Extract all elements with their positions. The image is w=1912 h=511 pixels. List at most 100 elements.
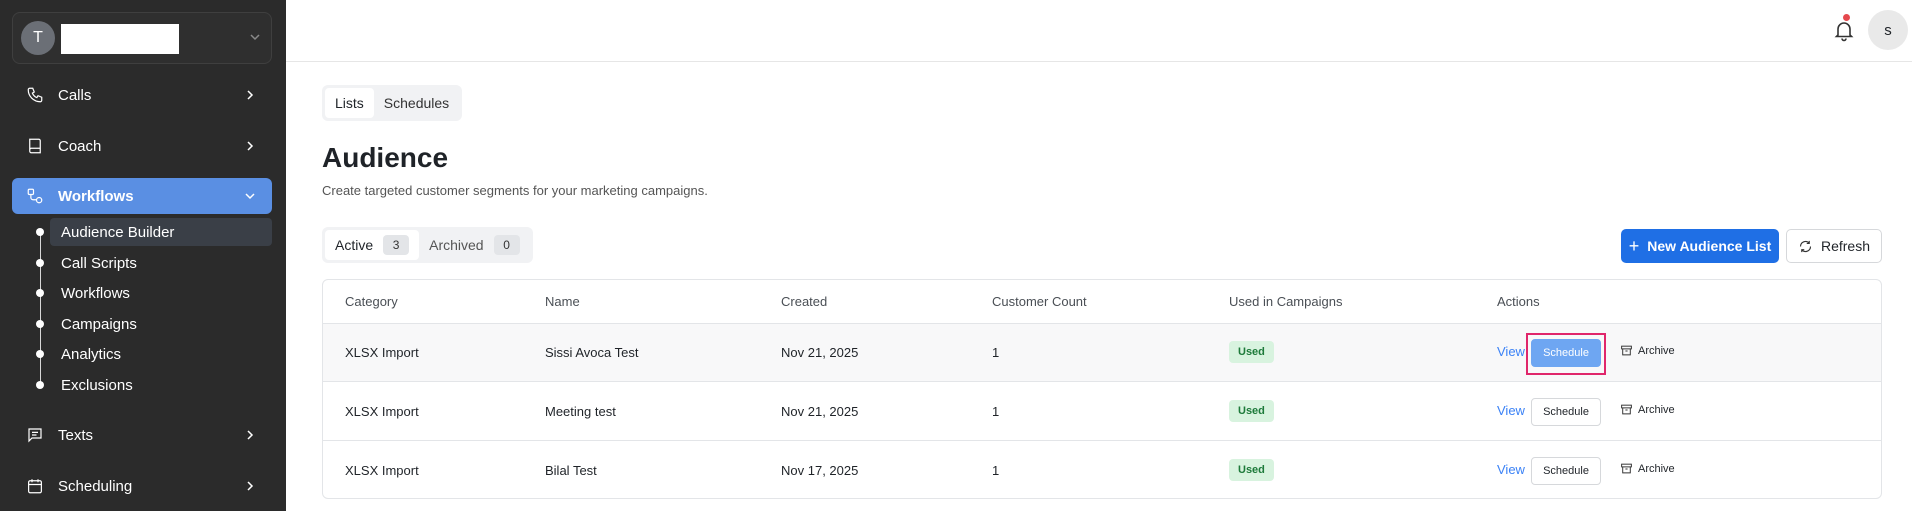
column-header: Created bbox=[781, 294, 828, 309]
button-label: New Audience List bbox=[1647, 238, 1772, 254]
subnav-item-call-scripts[interactable]: Call Scripts bbox=[36, 249, 272, 277]
nav-label: Scheduling bbox=[58, 477, 133, 495]
main-content: Lists Schedules Audience Create targeted… bbox=[286, 62, 1912, 511]
used-badge: Used bbox=[1229, 459, 1274, 481]
cell-category: XLSX Import bbox=[345, 404, 419, 419]
subnav-label: Campaigns bbox=[61, 315, 137, 333]
page-subtitle: Create targeted customer segments for yo… bbox=[322, 183, 708, 198]
bell-icon[interactable] bbox=[1832, 18, 1856, 42]
top-bar: s bbox=[286, 0, 1912, 62]
subnav-item-analytics[interactable]: Analytics bbox=[36, 340, 272, 368]
subnav-label: Audience Builder bbox=[61, 223, 175, 241]
refresh-button[interactable]: Refresh bbox=[1786, 229, 1882, 263]
cell-name: Sissi Avoca Test bbox=[545, 345, 639, 360]
tab-label: Archived bbox=[429, 237, 484, 253]
column-header: Actions bbox=[1497, 294, 1540, 309]
archive-icon bbox=[1621, 345, 1632, 356]
audience-table: Category Name Created Customer Count Use… bbox=[322, 279, 1882, 499]
nav-label: Calls bbox=[58, 86, 92, 104]
nav-item-workflows[interactable]: Workflows bbox=[12, 178, 272, 214]
user-avatar[interactable]: s bbox=[1868, 10, 1908, 50]
cell-category: XLSX Import bbox=[345, 345, 419, 360]
archive-button[interactable]: Archive bbox=[1620, 344, 1675, 357]
subnav-line bbox=[40, 232, 41, 384]
subnav-label: Workflows bbox=[61, 284, 130, 302]
cell-name: Meeting test bbox=[545, 404, 616, 419]
chevron-right-icon bbox=[247, 90, 254, 100]
tab-schedules[interactable]: Schedules bbox=[374, 88, 459, 118]
cell-customer-count: 1 bbox=[992, 345, 1000, 360]
new-audience-list-button[interactable]: + New Audience List bbox=[1621, 229, 1779, 263]
book-icon bbox=[26, 137, 44, 155]
table-row[interactable]: XLSX Import Sissi Avoca Test Nov 21, 202… bbox=[323, 324, 1881, 382]
cell-created: Nov 21, 2025 bbox=[781, 404, 859, 419]
schedule-button[interactable]: Schedule bbox=[1531, 457, 1601, 485]
cell-created: Nov 21, 2025 bbox=[781, 345, 859, 360]
subnav-label: Exclusions bbox=[61, 376, 133, 394]
chevron-down-icon bbox=[250, 34, 260, 41]
schedule-button[interactable]: Schedule bbox=[1531, 339, 1601, 367]
subnav-item-audience-builder[interactable]: Audience Builder bbox=[36, 218, 272, 246]
view-link[interactable]: View bbox=[1497, 403, 1525, 418]
cell-customer-count: 1 bbox=[992, 404, 1000, 419]
refresh-icon bbox=[1799, 240, 1812, 252]
calendar-icon bbox=[26, 477, 44, 495]
nav-label: Workflows bbox=[58, 187, 134, 205]
subnav-item-campaigns[interactable]: Campaigns bbox=[36, 310, 272, 338]
workflow-icon bbox=[26, 187, 44, 205]
archive-label: Archive bbox=[1638, 344, 1675, 357]
view-link[interactable]: View bbox=[1497, 344, 1525, 359]
column-header: Category bbox=[345, 294, 398, 309]
column-header: Used in Campaigns bbox=[1229, 294, 1343, 309]
tab-label: Active bbox=[335, 237, 374, 253]
subnav-dot bbox=[36, 320, 44, 328]
column-header: Name bbox=[545, 294, 580, 309]
table-row[interactable]: XLSX Import Bilal Test Nov 17, 2025 1 Us… bbox=[323, 442, 1881, 498]
subnav-dot bbox=[36, 259, 44, 267]
status-tabs: Active 3 Archived 0 bbox=[322, 227, 533, 263]
workflows-subnav: Audience Builder Call Scripts Workflows … bbox=[36, 218, 272, 399]
count-badge: 0 bbox=[493, 235, 520, 255]
nav-item-texts[interactable]: Texts bbox=[12, 417, 272, 453]
cell-category: XLSX Import bbox=[345, 463, 419, 478]
notification-dot bbox=[1843, 14, 1850, 21]
subnav-dot bbox=[36, 381, 44, 389]
cell-customer-count: 1 bbox=[992, 463, 1000, 478]
cell-name: Bilal Test bbox=[545, 463, 597, 478]
table-row[interactable]: XLSX Import Meeting test Nov 21, 2025 1 … bbox=[323, 383, 1881, 441]
page-title: Audience bbox=[322, 142, 449, 173]
org-switcher[interactable]: T bbox=[12, 12, 272, 64]
org-name bbox=[61, 24, 179, 54]
chevron-right-icon bbox=[247, 430, 254, 440]
subnav-item-exclusions[interactable]: Exclusions bbox=[36, 371, 272, 399]
count-badge: 3 bbox=[383, 235, 410, 255]
chevron-right-icon bbox=[247, 141, 254, 151]
archive-label: Archive bbox=[1638, 462, 1675, 475]
table-header: Category Name Created Customer Count Use… bbox=[323, 280, 1881, 324]
tab-lists[interactable]: Lists bbox=[325, 88, 374, 118]
tab-archived[interactable]: Archived 0 bbox=[419, 230, 529, 260]
subnav-item-workflows[interactable]: Workflows bbox=[36, 279, 272, 307]
used-badge: Used bbox=[1229, 341, 1274, 363]
cell-created: Nov 17, 2025 bbox=[781, 463, 859, 478]
schedule-button[interactable]: Schedule bbox=[1531, 398, 1601, 426]
chevron-right-icon bbox=[247, 481, 254, 491]
button-label: Refresh bbox=[1820, 238, 1871, 254]
archive-button[interactable]: Archive bbox=[1620, 403, 1675, 416]
archive-button[interactable]: Archive bbox=[1620, 462, 1675, 475]
used-badge: Used bbox=[1229, 400, 1274, 422]
phone-icon bbox=[26, 86, 44, 104]
view-tabs: Lists Schedules bbox=[322, 85, 463, 121]
subnav-label: Analytics bbox=[61, 345, 122, 363]
nav-item-calls[interactable]: Calls bbox=[12, 77, 272, 113]
archive-icon bbox=[1621, 463, 1632, 474]
subnav-dot bbox=[36, 228, 44, 236]
chevron-down-icon bbox=[245, 193, 255, 200]
archive-label: Archive bbox=[1638, 403, 1675, 416]
nav-item-scheduling[interactable]: Scheduling bbox=[12, 468, 272, 504]
nav-item-coach[interactable]: Coach bbox=[12, 128, 272, 164]
tab-active[interactable]: Active 3 bbox=[325, 230, 420, 260]
view-link[interactable]: View bbox=[1497, 462, 1525, 477]
nav-label: Texts bbox=[58, 426, 94, 444]
plus-icon: + bbox=[1628, 235, 1640, 256]
